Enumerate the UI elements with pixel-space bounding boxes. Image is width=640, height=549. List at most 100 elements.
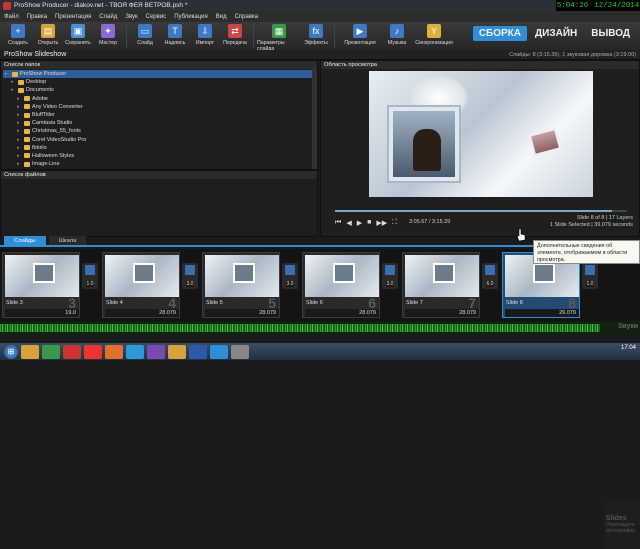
menu-item-4[interactable]: Звук: [125, 14, 137, 20]
folder-item[interactable]: ▸ Documents: [3, 86, 317, 94]
expand-arrow-icon[interactable]: ▸: [17, 96, 22, 102]
slide-button[interactable]: ▭ Слайд: [130, 22, 160, 46]
tab-0[interactable]: Слайды: [4, 236, 46, 245]
expand-arrow-icon[interactable]: ▸: [11, 79, 16, 85]
preview-image[interactable]: [369, 71, 593, 197]
slide-card[interactable]: Slide 4 4 28.079: [102, 252, 180, 318]
menu-item-1[interactable]: Правка: [27, 14, 47, 20]
slides-drop-area[interactable]: Slides Перетащите фотографии: [604, 501, 640, 549]
mode-2[interactable]: ВЫВОД: [585, 26, 636, 41]
slide-thumbnail-photo: [433, 263, 455, 283]
chrome-icon[interactable]: [42, 344, 60, 359]
slide-card[interactable]: Slide 6 6 28.079: [302, 252, 380, 318]
slide-duration-bar[interactable]: 28.079: [405, 309, 479, 317]
expand-arrow-icon[interactable]: ▸: [17, 145, 22, 151]
first-frame-icon[interactable]: ⏮: [335, 219, 341, 227]
menu-item-6[interactable]: Публикация: [174, 14, 208, 20]
folder-item[interactable]: ▸ fbtoilo: [3, 144, 317, 152]
word-icon[interactable]: [189, 344, 207, 359]
explorer-icon[interactable]: [21, 344, 39, 359]
import-button[interactable]: ⇩ Импорт: [190, 22, 220, 46]
opera-icon[interactable]: [63, 344, 81, 359]
slide-duration-bar[interactable]: 28.079: [305, 309, 379, 317]
new-icon: +: [11, 24, 25, 38]
next-slide-icon[interactable]: ▶▶: [376, 219, 387, 227]
save-button[interactable]: ▣ Сохранить: [63, 22, 93, 46]
folder-icon[interactable]: [168, 344, 186, 359]
menu-item-2[interactable]: Презентация: [55, 14, 91, 20]
expand-arrow-icon[interactable]: ▸: [17, 161, 22, 167]
slide-card[interactable]: Slide 5 5 28.079: [202, 252, 280, 318]
slide-thumbnail: [405, 255, 479, 297]
open-button[interactable]: ▤ Открыть: [33, 22, 63, 46]
menu-item-7[interactable]: Вид: [216, 14, 227, 20]
skype-icon[interactable]: [126, 344, 144, 359]
prev-slide-icon[interactable]: ◀: [346, 219, 351, 227]
transition[interactable]: 1.0: [82, 263, 98, 289]
firefox-icon[interactable]: [105, 344, 123, 359]
audio-track[interactable]: Звуки: [0, 321, 640, 335]
folder-item[interactable]: ▸ Halloween Styles: [3, 152, 317, 160]
folder-item[interactable]: ▸ Christmas_55_fonts: [3, 127, 317, 135]
slide-duration-bar[interactable]: 28.079: [205, 309, 279, 317]
folder-item[interactable]: ▸ Image-Line: [3, 160, 317, 168]
mode-0[interactable]: СБОРКА: [472, 26, 528, 41]
transition[interactable]: 3.0: [182, 263, 198, 289]
expand-arrow-icon[interactable]: ▸: [17, 112, 22, 118]
play-icon[interactable]: ▶: [357, 219, 362, 227]
folder-scrollbar[interactable]: [312, 69, 317, 169]
menu-item-8[interactable]: Справка: [235, 14, 259, 20]
slide-card[interactable]: Slide 3 3 19.0: [2, 252, 80, 318]
preview-seek-bar[interactable]: [335, 210, 627, 212]
yandex-icon[interactable]: [84, 344, 102, 359]
menu-item-0[interactable]: Файл: [4, 14, 19, 20]
expand-arrow-icon[interactable]: ▸: [17, 128, 22, 134]
mode-1[interactable]: ДИЗАЙН: [529, 26, 583, 41]
transition[interactable]: 3.0: [382, 263, 398, 289]
music-button[interactable]: ♪ Музыка: [382, 22, 412, 46]
folder-item[interactable]: ▸ ProShow Producer: [3, 70, 317, 79]
slide-duration-bar[interactable]: 26.079: [505, 309, 579, 317]
menu-item-3[interactable]: Слайд: [99, 14, 117, 20]
slide-options-button[interactable]: ▦ Параметры слайда: [257, 22, 301, 52]
menu-item-5[interactable]: Сервис: [146, 14, 167, 20]
expand-arrow-icon[interactable]: ▸: [5, 71, 10, 77]
effects-button[interactable]: fx Эффекты: [301, 22, 331, 46]
wizard-button[interactable]: ✦ Мастер: [93, 22, 123, 46]
sync-button[interactable]: Y Синхронизация: [412, 22, 456, 46]
app-icon[interactable]: [231, 344, 249, 359]
stop-icon[interactable]: ■: [367, 219, 371, 227]
caption-button[interactable]: T Надпись: [160, 22, 190, 46]
slide-duration-bar[interactable]: 28.079: [105, 309, 179, 317]
folder-item[interactable]: ▸ BluffTitler: [3, 111, 317, 119]
folder-item[interactable]: ▸ Desktop: [3, 78, 317, 86]
slides-drop-title: Slides: [606, 515, 627, 522]
slide-label: Slide 4: [106, 300, 123, 306]
expand-arrow-icon[interactable]: ▸: [17, 120, 22, 126]
folder-item[interactable]: ▸ Corel VideoStudio Pro: [3, 136, 317, 144]
slide-duration-bar[interactable]: 19.0: [5, 309, 79, 317]
expand-arrow-icon[interactable]: ▸: [11, 87, 16, 93]
presentation-button[interactable]: ▶ Презентация: [338, 22, 382, 46]
folder-item[interactable]: ▸ Adobe: [3, 95, 317, 103]
expand-arrow-icon[interactable]: ▸: [17, 153, 22, 159]
transition[interactable]: 1.0: [582, 263, 598, 289]
folder-icon: [24, 128, 30, 134]
expand-arrow-icon[interactable]: ▸: [17, 104, 22, 110]
transfer-button[interactable]: ⇄ Передача: [220, 22, 250, 46]
folder-icon: [24, 161, 30, 167]
expand-arrow-icon[interactable]: ▸: [17, 137, 22, 143]
toolbar-label: Мастер: [99, 40, 117, 46]
folder-item[interactable]: ▸ Camtasia Studio: [3, 119, 317, 127]
fullscreen-icon[interactable]: ⛶: [392, 219, 397, 227]
folder-item[interactable]: ▸ Any Video Converter: [3, 103, 317, 111]
slide-card[interactable]: Slide 7 7 28.079: [402, 252, 480, 318]
start-button[interactable]: ⊞: [4, 344, 18, 359]
proshow-icon[interactable]: [210, 344, 228, 359]
media-icon[interactable]: [147, 344, 165, 359]
tab-1[interactable]: Шкала: [48, 236, 87, 245]
transition[interactable]: 6.0: [482, 263, 498, 289]
new-button[interactable]: + Создать: [3, 22, 33, 46]
transition[interactable]: 3.0: [282, 263, 298, 289]
tray-time: 17:04: [620, 345, 636, 351]
